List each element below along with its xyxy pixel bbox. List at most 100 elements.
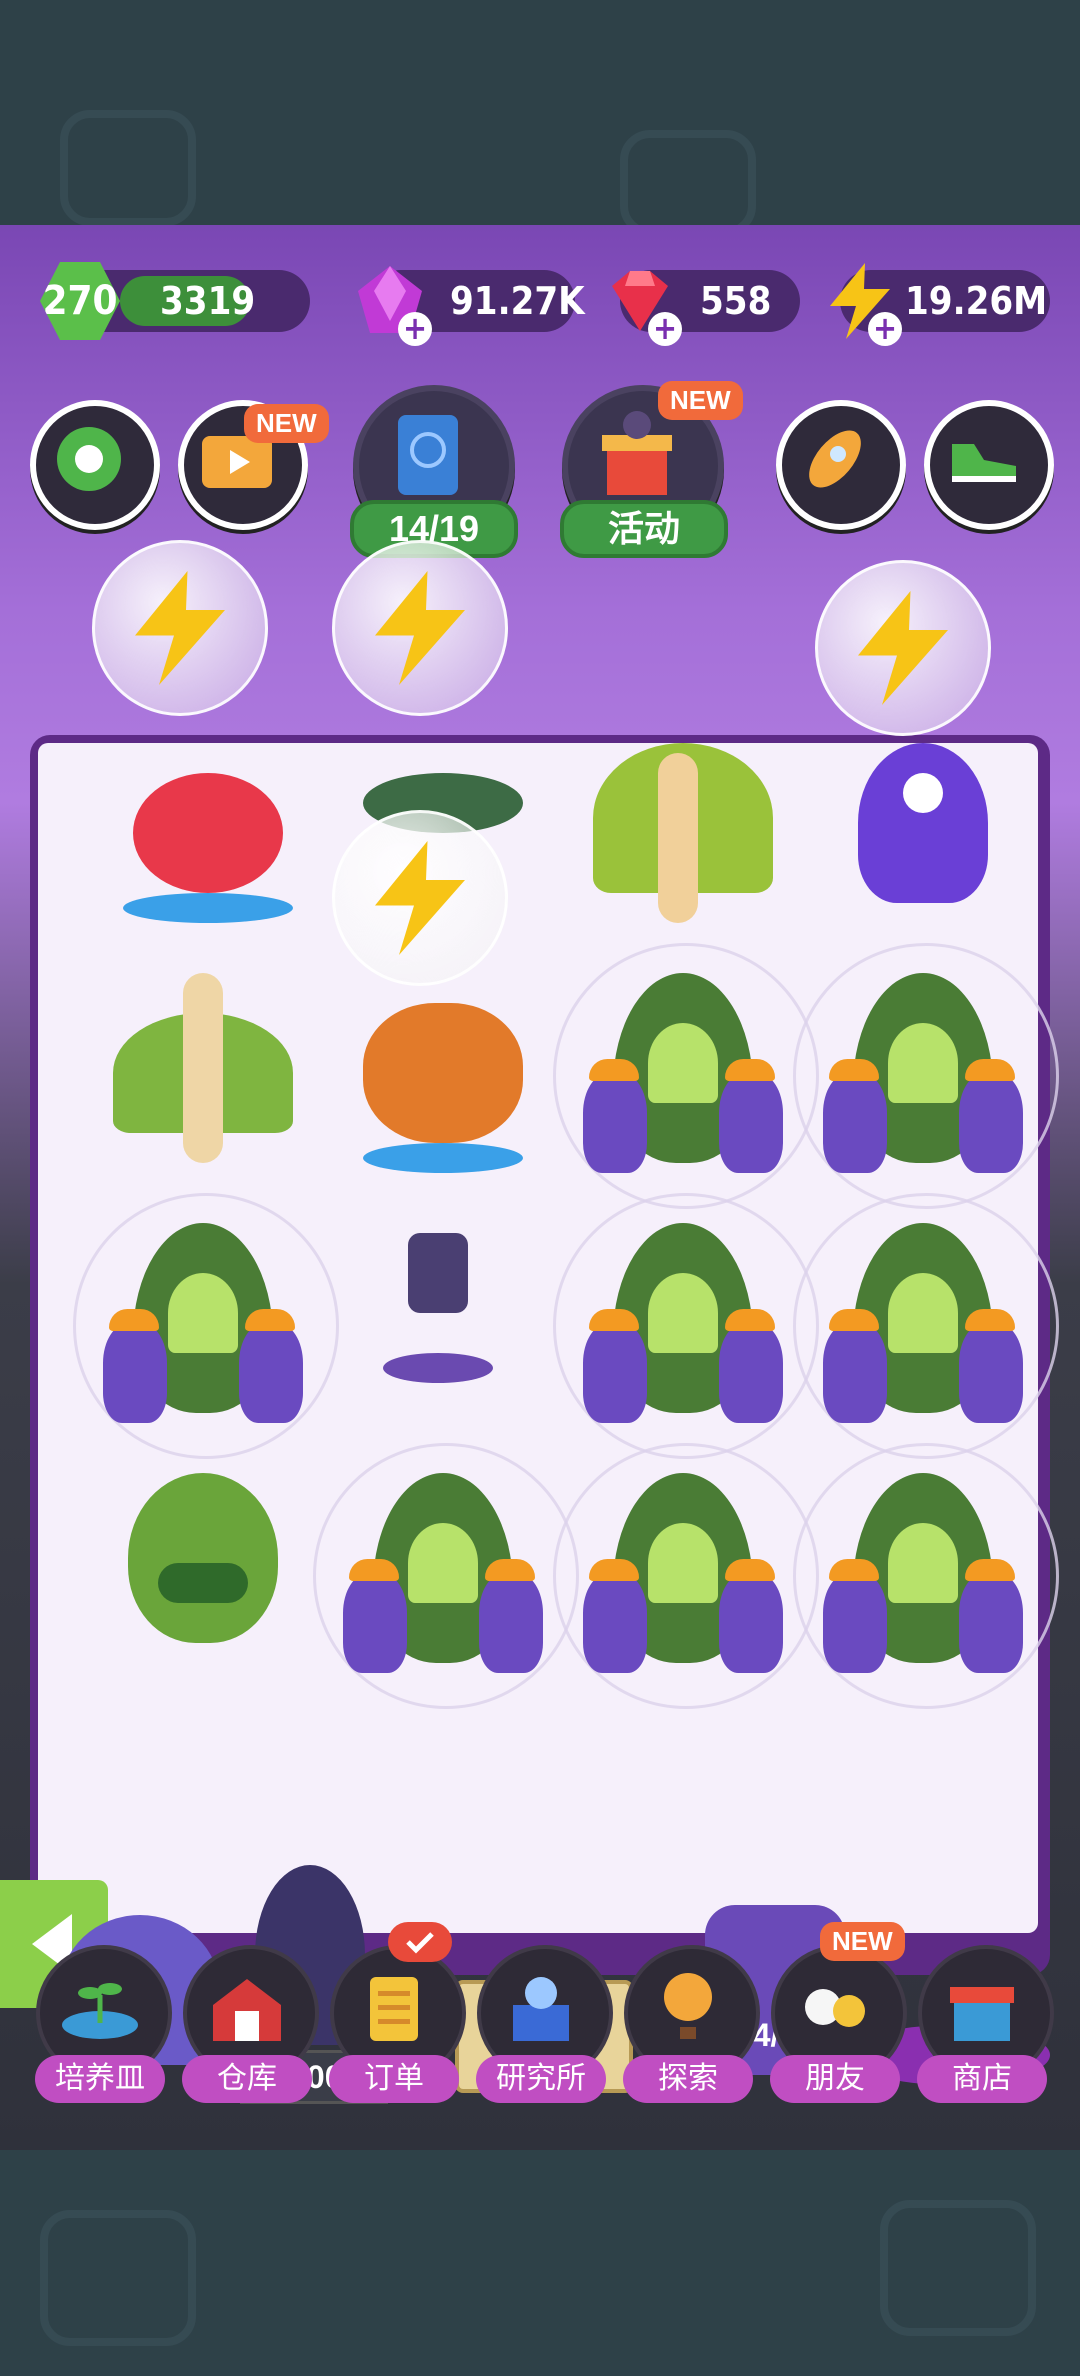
egg-sprout[interactable] [793, 1443, 1059, 1709]
plant-pumpkin-house[interactable] [323, 953, 563, 1193]
paint-puddle [383, 1353, 493, 1383]
purple-bug [823, 1059, 887, 1173]
tall-creature [658, 753, 698, 923]
cyclops-eye [903, 773, 943, 813]
shoe-button[interactable] [924, 400, 1054, 530]
purple-bug [719, 1559, 783, 1673]
purple-bug [823, 1559, 887, 1673]
new-badge: NEW [820, 1922, 905, 1961]
orange-hat [485, 1559, 535, 1581]
purple-bug [239, 1309, 303, 1423]
purple-bug [479, 1559, 543, 1673]
sprout-icon [62, 1983, 138, 2039]
new-badge: NEW [658, 381, 743, 420]
purple-bug [343, 1559, 407, 1673]
nav-label: 朋友 [770, 2055, 900, 2103]
paint-bucket[interactable] [323, 1203, 563, 1443]
game-screen: 270 3319 + 91.27K + 558 + 19.26M NEW 14/… [0, 225, 1080, 2150]
green-blob-creature[interactable] [83, 1453, 323, 1693]
nav-label: 探索 [623, 2055, 753, 2103]
scroll-icon [370, 1977, 418, 2041]
orange-hat [965, 1559, 1015, 1581]
frame-decoration [620, 130, 756, 236]
lightning-icon [135, 571, 225, 685]
orange-hat [725, 1559, 775, 1581]
add-energy-icon: + [868, 312, 902, 346]
orange-hat [349, 1559, 399, 1581]
purple-gem-value: 91.27K [450, 279, 585, 323]
purple-bug [719, 1309, 783, 1423]
egg-sprout[interactable] [553, 943, 819, 1209]
egg-sprout[interactable] [553, 1443, 819, 1709]
orange-hat [109, 1309, 159, 1331]
orange-hat [589, 1059, 639, 1081]
orange-hat [829, 1059, 879, 1081]
energy-counter[interactable]: + 19.26M [830, 263, 1050, 346]
corn-creature [183, 973, 223, 1163]
rocket-button[interactable] [776, 400, 906, 530]
orange-hat [965, 1309, 1015, 1331]
nav-label: 研究所 [476, 2055, 606, 2103]
nav-label: 商店 [917, 2055, 1047, 2103]
lightning-icon [375, 571, 465, 685]
pumpkin-house [363, 1003, 523, 1143]
nav-label: 培养皿 [35, 2055, 165, 2103]
purple-cyclops [858, 743, 988, 903]
egg-sprout[interactable] [553, 1193, 819, 1459]
checkmark-badge [388, 1922, 452, 1962]
nav-label: 订单 [329, 2055, 459, 2103]
xp-value: 3319 [160, 279, 256, 323]
frame-decoration [60, 110, 196, 226]
energy-value: 19.26M [905, 279, 1048, 323]
water-base [363, 1143, 523, 1173]
purple-bug [103, 1309, 167, 1423]
frame-decoration [880, 2200, 1036, 2336]
shop-icon [950, 1987, 1014, 2041]
settings-button[interactable] [30, 400, 160, 530]
new-badge: NEW [244, 404, 329, 443]
bucket [408, 1233, 468, 1313]
red-gem-counter[interactable]: + 558 [612, 270, 800, 346]
egg-sprout[interactable] [313, 1443, 579, 1709]
plant-red-mouth[interactable] [83, 743, 323, 983]
top-frame [0, 0, 1080, 236]
friends-icon [805, 1989, 865, 2027]
purple-gem-counter[interactable]: + 91.27K [358, 266, 585, 346]
hot-air-balloon-icon [664, 1973, 712, 2039]
orange-hat [965, 1059, 1015, 1081]
egg-sprout[interactable] [793, 943, 1059, 1209]
add-purple-gems-icon: + [398, 312, 432, 346]
green-blob [128, 1473, 278, 1643]
level-xp-bar: 270 3319 [40, 262, 310, 340]
sneaker-icon [952, 444, 1016, 482]
board-surface [38, 743, 1059, 1933]
lightning-icon [375, 841, 465, 955]
purple-bug [583, 1559, 647, 1673]
purple-bug [959, 1559, 1023, 1673]
plant-corn-creature[interactable] [83, 953, 323, 1193]
add-red-gems-icon: + [648, 312, 682, 346]
egg-sprout[interactable] [793, 1193, 1059, 1459]
water-base [123, 893, 293, 923]
purple-bug [719, 1059, 783, 1173]
egg-sprout[interactable] [73, 1193, 339, 1459]
gear-icon [57, 427, 121, 491]
bottom-frame [0, 2150, 1080, 2376]
purple-bug [959, 1059, 1023, 1173]
blob-mouth [158, 1563, 248, 1603]
energy-bubble[interactable] [332, 810, 508, 986]
rocket-icon [809, 430, 861, 488]
energy-bubble[interactable] [92, 540, 268, 716]
purple-bug [823, 1309, 887, 1423]
barn-icon [213, 1979, 281, 2041]
event-label: 活动 [560, 500, 728, 558]
video-ad-button[interactable]: NEW [178, 400, 329, 530]
orange-hat [589, 1559, 639, 1581]
energy-bubble[interactable] [332, 540, 508, 716]
energy-bubble[interactable] [815, 560, 991, 736]
red-creature [133, 773, 283, 893]
game-board [30, 735, 1059, 1975]
purple-bug [959, 1309, 1023, 1423]
lightning-icon [858, 591, 948, 705]
frame-decoration [40, 2210, 196, 2346]
